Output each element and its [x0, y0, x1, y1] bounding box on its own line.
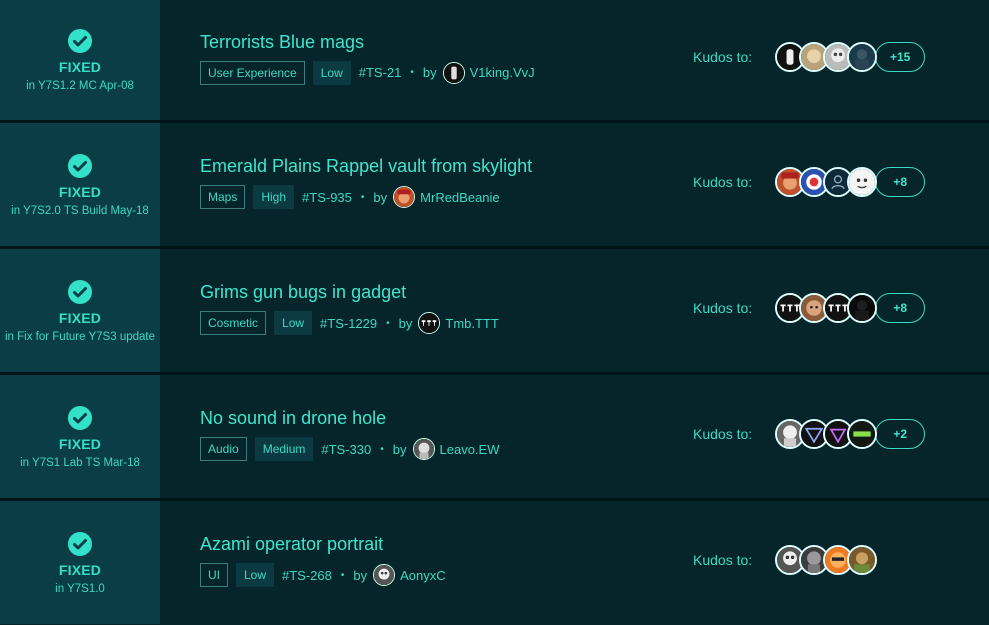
kudos-label: Kudos to: — [693, 551, 753, 568]
issue-row[interactable]: FIXED in Y7S2.0 TS Build May-18 Emerald … — [0, 123, 989, 246]
kudos-section: Kudos to: +2 — [693, 372, 926, 495]
ticket-id: #TS-268 — [282, 567, 332, 583]
status-panel: FIXED in Y7S1.0 — [0, 501, 160, 624]
kudos-avatar[interactable] — [847, 292, 878, 323]
priority-tag: Low — [236, 563, 275, 587]
ticket-id: #TS-21 — [358, 65, 402, 80]
issue-row[interactable]: FIXED in Y7S1.2 MC Apr-08 Terrorists Blu… — [0, 0, 989, 120]
kudos-more-button[interactable]: +2 — [875, 418, 926, 449]
ticket-id: #TS-935 — [302, 189, 352, 205]
author-name[interactable]: MrRedBeanie — [420, 190, 500, 205]
status-label: FIXED — [58, 435, 102, 452]
author-name[interactable]: Tmb.TTT — [445, 316, 498, 331]
issue-row[interactable]: FIXED in Y7S1 Lab TS Mar-18 No sound in … — [0, 375, 989, 498]
by-label: by — [373, 189, 388, 205]
status-panel: FIXED in Y7S1 Lab TS Mar-18 — [0, 375, 160, 498]
ticket-id: #TS-1229 — [320, 315, 378, 331]
kudos-more-button[interactable]: +8 — [875, 166, 926, 197]
author-name[interactable]: AonyxC — [400, 568, 446, 583]
priority-tag: Low — [274, 311, 313, 335]
kudos-section: Kudos to: +8 — [693, 120, 926, 243]
fixed-check-icon — [68, 29, 92, 53]
kudos-avatar[interactable] — [847, 544, 878, 575]
by-label: by — [398, 315, 413, 331]
kudos-section: Kudos to: +15 — [693, 0, 926, 117]
author-avatar[interactable] — [393, 186, 416, 208]
author-avatar[interactable] — [442, 61, 465, 84]
fix-version: in Y7S1.0 — [55, 582, 105, 595]
author-name[interactable]: Leavo.EW — [440, 442, 500, 457]
status-panel: FIXED in Y7S1.2 MC Apr-08 — [0, 0, 160, 120]
kudos-section: Kudos to: +8 — [693, 246, 926, 369]
priority-tag: Low — [312, 60, 351, 85]
kudos-avatar[interactable] — [847, 42, 878, 72]
status-label: FIXED — [58, 309, 102, 326]
category-tag[interactable]: Maps — [200, 185, 246, 209]
kudos-label: Kudos to: — [693, 173, 753, 190]
fix-version: in Y7S2.0 TS Build May-18 — [11, 204, 149, 217]
fixed-check-icon — [68, 531, 92, 556]
author-name[interactable]: V1king.VvJ — [470, 65, 535, 80]
status-panel: FIXED in Y7S2.0 TS Build May-18 — [0, 123, 160, 246]
author-avatar[interactable] — [373, 564, 396, 586]
category-tag[interactable]: Cosmetic — [200, 311, 267, 335]
by-label: by — [353, 567, 368, 583]
kudos-more-button[interactable]: +8 — [875, 292, 926, 323]
kudos-section: Kudos to: — [693, 498, 878, 621]
issue-list: FIXED in Y7S1.2 MC Apr-08 Terrorists Blu… — [0, 0, 989, 625]
priority-tag: High — [253, 185, 295, 209]
status-label: FIXED — [58, 561, 102, 578]
category-tag[interactable]: User Experience — [200, 60, 305, 85]
separator-dot: • — [386, 317, 390, 329]
fix-version: in Y7S1 Lab TS Mar-18 — [20, 456, 140, 469]
author-avatar[interactable] — [412, 438, 435, 460]
fixed-check-icon — [68, 279, 92, 304]
status-label: FIXED — [58, 59, 102, 75]
ticket-id: #TS-330 — [321, 441, 372, 457]
by-label: by — [392, 441, 407, 457]
priority-tag: Medium — [254, 437, 314, 461]
fixed-check-icon — [68, 405, 92, 430]
kudos-avatar[interactable] — [847, 166, 878, 197]
status-panel: FIXED in Fix for Future Y7S3 update — [0, 249, 160, 372]
kudos-avatar[interactable] — [847, 418, 878, 449]
separator-dot: • — [380, 443, 384, 455]
by-label: by — [422, 65, 437, 80]
kudos-label: Kudos to: — [693, 425, 753, 442]
kudos-label: Kudos to: — [693, 299, 753, 316]
kudos-more-button[interactable]: +15 — [875, 42, 926, 72]
fixed-check-icon — [68, 153, 92, 178]
kudos-label: Kudos to: — [693, 49, 753, 65]
status-label: FIXED — [58, 183, 102, 200]
issue-row[interactable]: FIXED in Fix for Future Y7S3 update Grim… — [0, 249, 989, 372]
separator-dot: • — [410, 67, 414, 78]
fix-version: in Fix for Future Y7S3 update — [4, 330, 155, 343]
category-tag[interactable]: Audio — [200, 437, 247, 461]
category-tag[interactable]: UI — [200, 563, 228, 587]
separator-dot: • — [340, 569, 345, 581]
issue-row[interactable]: FIXED in Y7S1.0 Azami operator portrait … — [0, 501, 989, 624]
author-avatar[interactable] — [418, 312, 441, 334]
fix-version: in Y7S1.2 MC Apr-08 — [26, 80, 134, 92]
separator-dot: • — [360, 191, 365, 203]
